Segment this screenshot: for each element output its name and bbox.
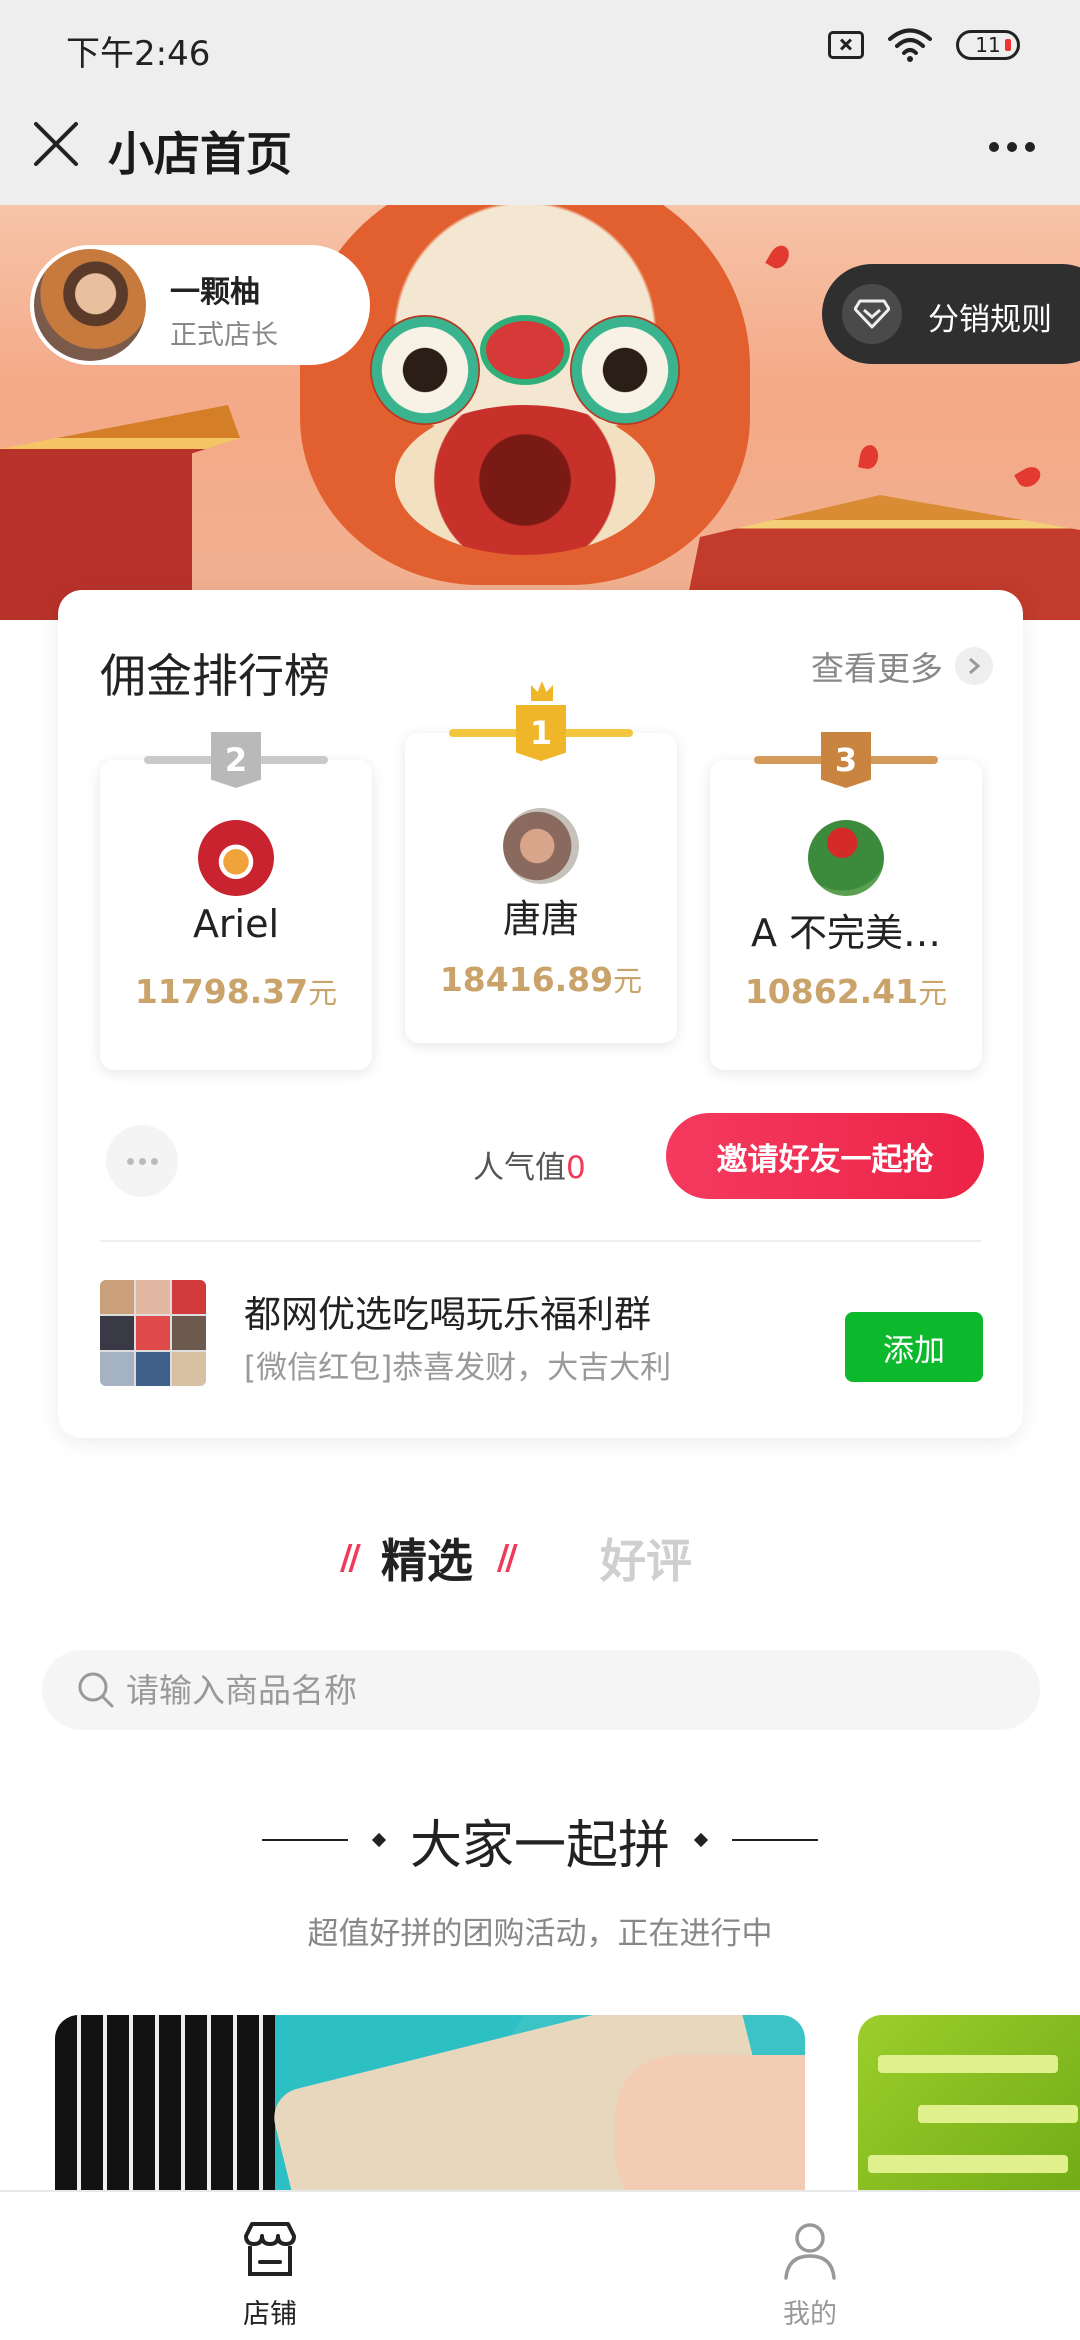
title-bar: 小店首页: [0, 90, 1080, 205]
content-tabs: // 精选 // 好评: [0, 1525, 1080, 1595]
status-time: 下午2:46: [66, 34, 211, 74]
ranking-name: Ariel: [192, 902, 280, 946]
store-icon: [244, 2222, 296, 2276]
ranking-item-3[interactable]: 3 A 不完美… 10862.41元: [710, 732, 982, 1070]
petal-decoration: [1014, 463, 1044, 491]
slash-decoration: //: [340, 1538, 361, 1578]
owner-name: 一颗柚: [170, 275, 260, 310]
search-input[interactable]: [126, 1650, 1006, 1730]
tab-label: 精选: [380, 1534, 473, 1588]
ranking-amount: 18416.89元: [439, 960, 643, 999]
chevron-right-icon: [955, 647, 993, 685]
section-heading: 大家一起拼: [0, 1805, 1080, 1876]
search-icon: [78, 1672, 114, 1708]
person-icon: [784, 2223, 836, 2280]
ranking-item-1[interactable]: 1 唐唐 18416.89元: [405, 681, 677, 1043]
dot-icon: [150, 1157, 158, 1165]
rank-badge: 1: [516, 705, 566, 761]
avatar: [198, 820, 274, 896]
close-button[interactable]: [28, 116, 90, 178]
ranking-amount: 10862.41元: [744, 972, 948, 1011]
nav-label: 我的: [783, 2299, 837, 2330]
group-avatar: [100, 1280, 206, 1386]
lion-eye-right: [570, 315, 680, 425]
more-icon-dot: [1007, 142, 1017, 152]
divider: [100, 1240, 981, 1242]
hand: [615, 2055, 805, 2190]
product-stripe: [878, 2055, 1058, 2073]
rank-badge: 2: [211, 732, 261, 788]
battery-indicator: 11: [956, 30, 1020, 60]
status-bar: 下午2:46 11: [0, 0, 1080, 90]
product-stripe: [918, 2105, 1078, 2123]
group-name: 都网优选吃喝玩乐福利群: [244, 1293, 651, 1336]
slash-decoration: //: [496, 1538, 518, 1578]
ranking-title: 佣金排行榜: [100, 649, 330, 703]
rank-badge: 3: [821, 732, 871, 788]
more-icon-dot: [1025, 142, 1035, 152]
diamond-icon: [842, 284, 902, 344]
owner-role: 正式店长: [170, 320, 278, 351]
product-stripe: [868, 2155, 1068, 2173]
tab-reviews[interactable]: 好评: [600, 1525, 692, 1591]
popularity-value: 人气值0: [473, 1150, 586, 1186]
nav-item-me[interactable]: 我的: [710, 2192, 910, 2340]
status-icons: 11: [828, 28, 1020, 62]
close-icon: [34, 122, 78, 166]
wifi-icon: [888, 28, 932, 62]
ranking-name: A 不完美…: [750, 911, 942, 955]
ranking-item-2[interactable]: 2 Ariel 11798.37元: [100, 732, 372, 1070]
lion-nose: [480, 315, 570, 385]
add-group-button[interactable]: 添加: [845, 1312, 983, 1382]
divider-line: [732, 1839, 818, 1841]
search-bar: [42, 1650, 1040, 1730]
rules-label: 分销规则: [928, 302, 1052, 338]
ranking-name: 唐唐: [502, 897, 579, 941]
product-card-image[interactable]: [55, 2015, 805, 2190]
group-last-message: [微信红包]恭喜发财，大吉大利: [244, 1350, 672, 1386]
view-more-label: 查看更多: [811, 649, 943, 688]
product-card-image[interactable]: [858, 2015, 1080, 2190]
crown-icon: [531, 681, 553, 701]
section-title: 大家一起拼: [409, 1815, 670, 1876]
avatar: [503, 808, 579, 884]
no-sim-icon: [828, 31, 864, 59]
pagoda-left-illustration: [0, 405, 240, 620]
diamond-dot-icon: [693, 1832, 709, 1848]
checkered-fabric: [55, 2015, 275, 2190]
petal-decoration: [858, 443, 880, 471]
page-title: 小店首页: [108, 127, 292, 181]
lion-dance-illustration: [300, 205, 750, 585]
lion-mouth: [395, 405, 655, 555]
bottom-navigation: 店铺 我的: [0, 2190, 1080, 2340]
diamond-dot-icon: [371, 1832, 387, 1848]
lion-eye-left: [370, 315, 480, 425]
more-options-button[interactable]: [972, 116, 1052, 178]
nav-item-store[interactable]: 店铺: [170, 2192, 370, 2340]
view-more-link[interactable]: 查看更多: [811, 642, 993, 690]
section-subtitle: 超值好拼的团购活动，正在进行中: [307, 1916, 773, 1952]
petal-decoration: [765, 242, 793, 272]
tab-featured[interactable]: // 精选 //: [340, 1525, 518, 1591]
distribution-rules-button[interactable]: 分销规则: [822, 264, 1080, 364]
invite-friends-button[interactable]: 邀请好友一起抢: [666, 1113, 984, 1199]
more-icon-dot: [989, 142, 999, 152]
nav-label: 店铺: [243, 2299, 297, 2330]
dot-icon: [126, 1157, 134, 1165]
avatar: [808, 820, 884, 896]
dot-icon: [138, 1157, 146, 1165]
more-avatars-button[interactable]: [106, 1125, 178, 1197]
commission-ranking-card: 佣金排行榜 查看更多 2 Ariel 11798.37元 1 唐唐 18416.…: [58, 590, 1023, 1438]
avatar: [34, 249, 146, 361]
divider-line: [261, 1839, 348, 1841]
shop-owner-chip[interactable]: 一颗柚 正式店长: [30, 245, 370, 365]
ranking-amount: 11798.37元: [134, 972, 338, 1011]
